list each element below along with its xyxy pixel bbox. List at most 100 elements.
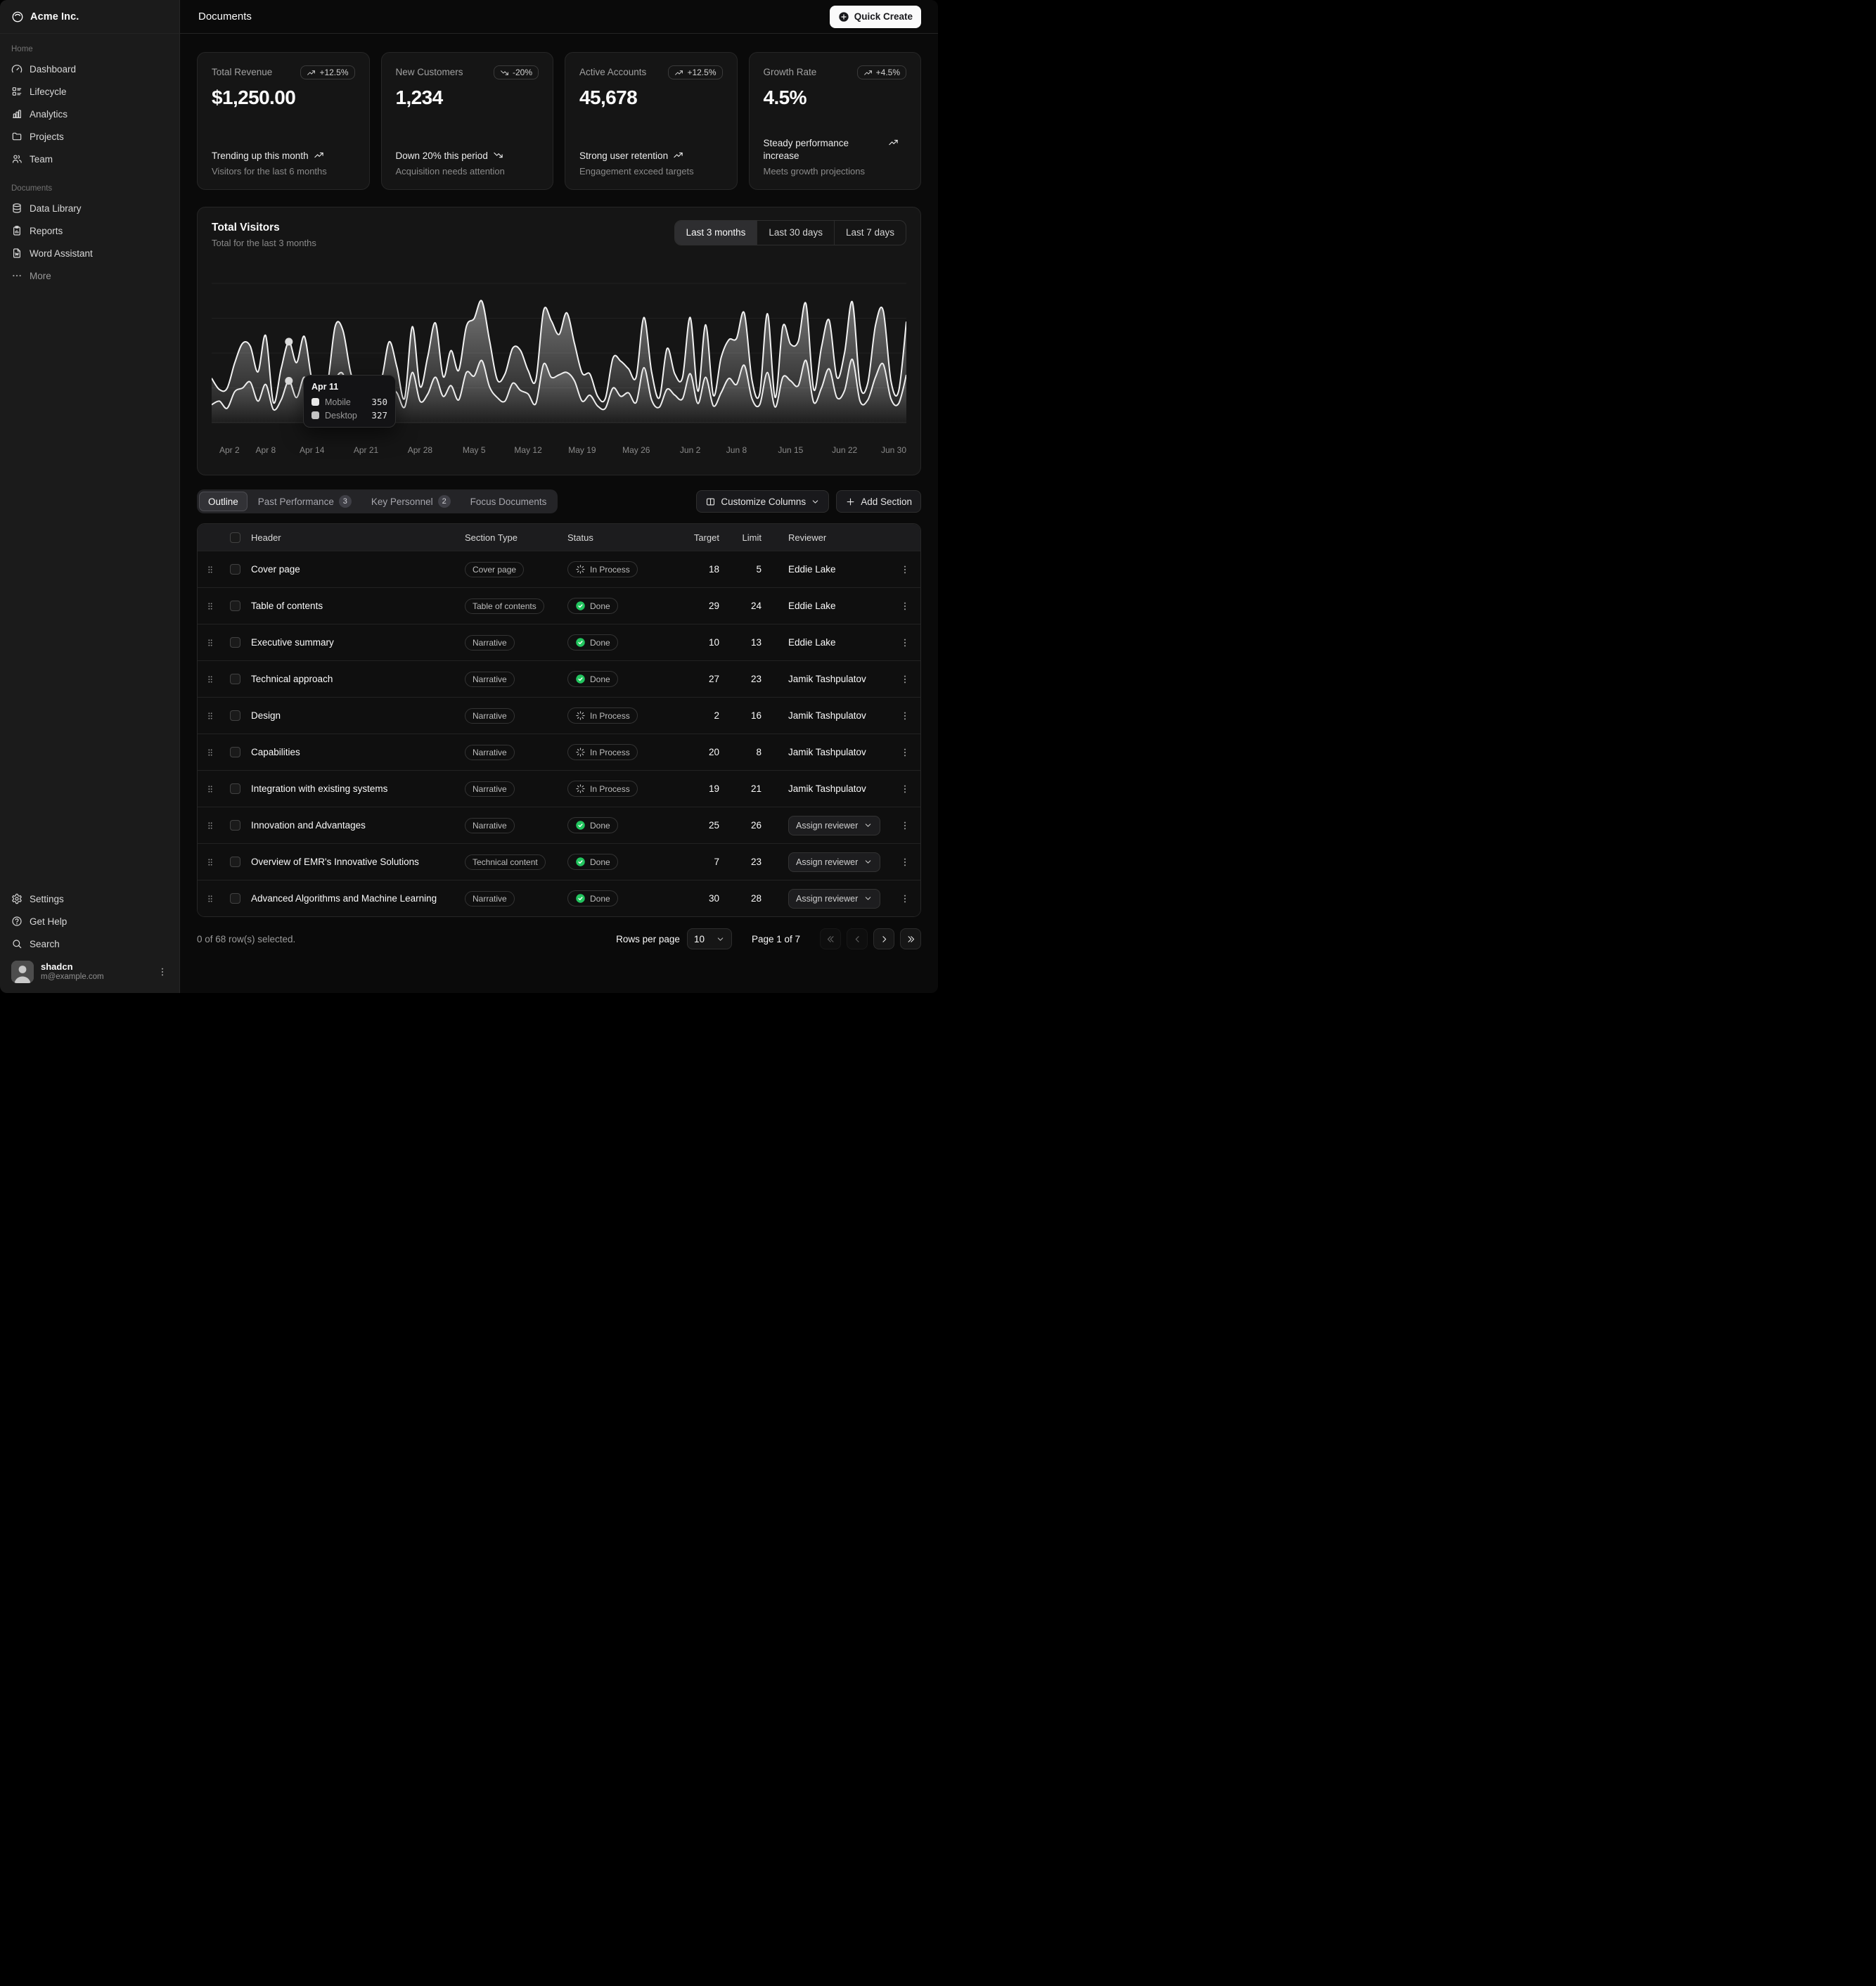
row-header[interactable]: Advanced Algorithms and Machine Learning	[251, 893, 465, 904]
user-menu-dots-icon[interactable]	[157, 966, 168, 978]
drag-handle-icon[interactable]	[205, 893, 216, 904]
user-menu[interactable]: shadcn m@example.com	[6, 955, 174, 989]
row-menu-button[interactable]	[899, 710, 911, 722]
page-title: Documents	[198, 11, 252, 23]
drag-handle-icon[interactable]	[205, 601, 216, 612]
row-header[interactable]: Integration with existing systems	[251, 783, 465, 794]
drag-handle-icon[interactable]	[205, 637, 216, 648]
tab-outline[interactable]: Outline	[199, 492, 248, 511]
sidebar-item-analytics[interactable]: Analytics	[6, 103, 174, 125]
row-checkbox[interactable]	[230, 564, 240, 575]
sidebar-item-data-library[interactable]: Data Library	[6, 197, 174, 219]
sidebar-item-word-assistant[interactable]: Word Assistant	[6, 242, 174, 264]
row-menu-button[interactable]	[899, 601, 911, 612]
row-checkbox[interactable]	[230, 893, 240, 904]
row-limit[interactable]: 23	[722, 857, 764, 867]
row-limit[interactable]: 5	[722, 564, 764, 575]
row-target[interactable]: 19	[680, 783, 722, 794]
sidebar-item-label: Word Assistant	[30, 248, 93, 259]
sidebar-item-reports[interactable]: Reports	[6, 219, 174, 242]
row-checkbox[interactable]	[230, 783, 240, 794]
select-all-checkbox[interactable]	[230, 532, 240, 543]
drag-handle-icon[interactable]	[205, 783, 216, 795]
x-axis-tick: Jun 22	[832, 445, 857, 455]
row-menu-button[interactable]	[899, 783, 911, 795]
row-checkbox[interactable]	[230, 601, 240, 611]
tab-key-personnel[interactable]: Key Personnel2	[362, 492, 460, 511]
row-target[interactable]: 30	[680, 893, 722, 904]
drag-handle-icon[interactable]	[205, 747, 216, 758]
row-menu-button[interactable]	[899, 674, 911, 685]
drag-handle-icon[interactable]	[205, 820, 216, 831]
row-limit[interactable]: 8	[722, 747, 764, 757]
sidebar-item-dashboard[interactable]: Dashboard	[6, 58, 174, 80]
sidebar-item-search[interactable]: Search	[6, 933, 174, 955]
next-page-button[interactable]	[873, 928, 894, 949]
drag-handle-icon[interactable]	[205, 674, 216, 685]
row-checkbox[interactable]	[230, 857, 240, 867]
row-header[interactable]: Innovation and Advantages	[251, 820, 465, 831]
drag-handle-icon[interactable]	[205, 857, 216, 868]
range-option-last-3-months[interactable]: Last 3 months	[675, 221, 757, 245]
customize-columns-button[interactable]: Customize Columns	[696, 490, 829, 513]
col-status: Status	[567, 532, 680, 543]
row-header[interactable]: Executive summary	[251, 637, 465, 648]
row-limit[interactable]: 13	[722, 637, 764, 648]
assign-reviewer-select[interactable]: Assign reviewer	[788, 852, 880, 872]
range-option-last-30-days[interactable]: Last 30 days	[757, 221, 834, 245]
row-limit[interactable]: 24	[722, 601, 764, 611]
assign-reviewer-select[interactable]: Assign reviewer	[788, 816, 880, 835]
sidebar-item-get-help[interactable]: Get Help	[6, 910, 174, 933]
row-menu-button[interactable]	[899, 637, 911, 648]
row-menu-button[interactable]	[899, 893, 911, 904]
row-limit[interactable]: 28	[722, 893, 764, 904]
row-target[interactable]: 2	[680, 710, 722, 721]
visitors-chart[interactable]: Apr 2Apr 8Apr 14Apr 21Apr 28May 5May 12M…	[212, 264, 906, 459]
row-target[interactable]: 7	[680, 857, 722, 867]
drag-handle-icon[interactable]	[205, 564, 216, 575]
sidebar-item-team[interactable]: Team	[6, 148, 174, 170]
row-limit[interactable]: 26	[722, 820, 764, 831]
sidebar-item-more[interactable]: More	[6, 264, 174, 287]
tab-past-performance[interactable]: Past Performance3	[249, 492, 361, 511]
row-target[interactable]: 20	[680, 747, 722, 757]
sidebar-header[interactable]: Acme Inc.	[0, 0, 179, 34]
row-header[interactable]: Table of contents	[251, 601, 465, 611]
row-checkbox[interactable]	[230, 710, 240, 721]
row-menu-button[interactable]	[899, 747, 911, 758]
add-section-button[interactable]: Add Section	[836, 490, 921, 513]
row-menu-button[interactable]	[899, 564, 911, 575]
row-checkbox[interactable]	[230, 674, 240, 684]
row-menu-button[interactable]	[899, 820, 911, 831]
rows-per-page-select[interactable]: 10	[687, 928, 732, 949]
row-header[interactable]: Overview of EMR's Innovative Solutions	[251, 857, 465, 867]
row-checkbox[interactable]	[230, 820, 240, 831]
row-target[interactable]: 18	[680, 564, 722, 575]
row-menu-button[interactable]	[899, 857, 911, 868]
row-header[interactable]: Cover page	[251, 564, 465, 575]
row-limit[interactable]: 16	[722, 710, 764, 721]
help-icon	[11, 916, 23, 927]
tab-focus-documents[interactable]: Focus Documents	[461, 492, 556, 511]
row-header[interactable]: Technical approach	[251, 674, 465, 684]
row-target[interactable]: 10	[680, 637, 722, 648]
row-target[interactable]: 29	[680, 601, 722, 611]
sidebar-item-settings[interactable]: Settings	[6, 888, 174, 910]
stat-value: 1,234	[396, 87, 539, 109]
row-header[interactable]: Design	[251, 710, 465, 721]
stat-card-active-accounts: Active Accounts +12.5% 45,678 Strong use…	[565, 52, 738, 190]
quick-create-button[interactable]: Quick Create	[830, 6, 921, 28]
row-limit[interactable]: 23	[722, 674, 764, 684]
range-option-last-7-days[interactable]: Last 7 days	[834, 221, 906, 245]
row-target[interactable]: 25	[680, 820, 722, 831]
assign-reviewer-select[interactable]: Assign reviewer	[788, 889, 880, 909]
row-limit[interactable]: 21	[722, 783, 764, 794]
drag-handle-icon[interactable]	[205, 710, 216, 722]
row-header[interactable]: Capabilities	[251, 747, 465, 757]
row-checkbox[interactable]	[230, 637, 240, 648]
row-checkbox[interactable]	[230, 747, 240, 757]
last-page-button[interactable]	[900, 928, 921, 949]
sidebar-item-lifecycle[interactable]: Lifecycle	[6, 80, 174, 103]
row-target[interactable]: 27	[680, 674, 722, 684]
sidebar-item-projects[interactable]: Projects	[6, 125, 174, 148]
